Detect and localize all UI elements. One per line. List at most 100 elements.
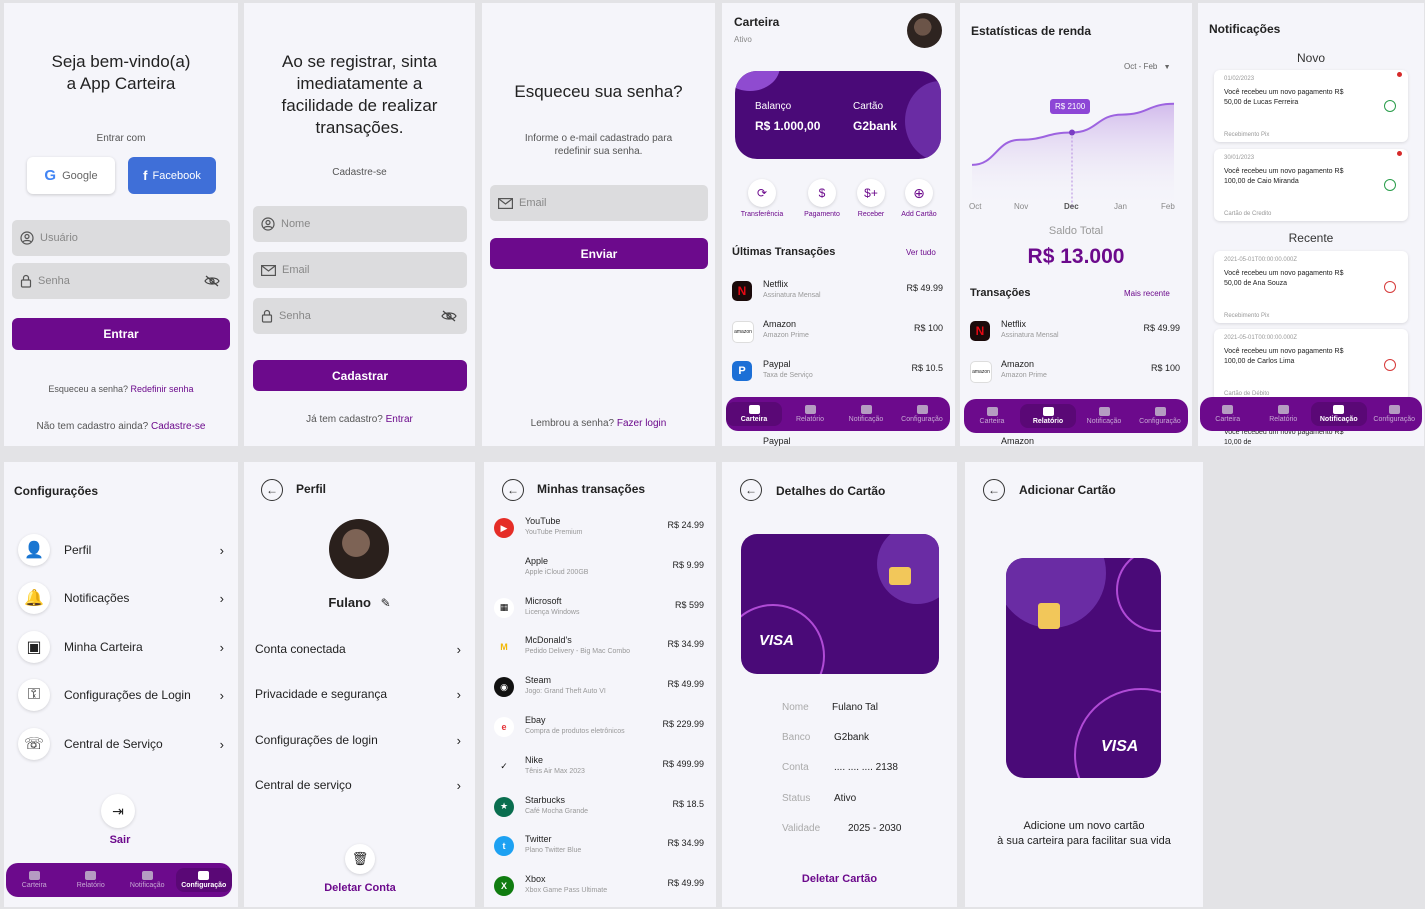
nav-wallet[interactable]: Carteira [726, 402, 782, 426]
nav-notification[interactable]: Notificação [1311, 402, 1367, 426]
list-item[interactable]: ★ Starbucks Café Mocha Grande R$ 18.5 [484, 791, 716, 827]
check-up-icon [1384, 100, 1396, 112]
name-field[interactable]: Nome [253, 206, 467, 242]
list-item[interactable]: P Paypal Taxa de Serviço R$ 10.5 [722, 355, 955, 391]
nav-label: Configuração [901, 416, 943, 423]
nav-settings[interactable]: Configuração [1132, 404, 1188, 428]
enter-button[interactable]: Entrar [12, 318, 230, 350]
profile-item-service[interactable]: Central de serviço › [255, 765, 461, 805]
reset-password-link[interactable]: Redefinir senha [131, 384, 194, 394]
bottom-nav: Carteira Relatório Notificação Configura… [726, 397, 950, 431]
register-button[interactable]: Cadastrar [253, 360, 467, 391]
list-item[interactable]: e Ebay Compra de produtos eletrônicos R$ 22… [484, 711, 716, 747]
more-recent-link[interactable]: Mais recente [1124, 289, 1170, 298]
list-item[interactable]: N Netflix Assinatura Mensal R$ 49.99 [722, 275, 955, 311]
action-transfer[interactable]: ⟳ Transferência [732, 179, 792, 218]
email-field[interactable]: Email [490, 185, 708, 221]
tx-desc: Apple iCloud 200GB [525, 568, 589, 576]
pencil-icon[interactable]: ✎ [381, 596, 391, 610]
notification-card[interactable]: 2021-05-01T00:00:00.000Z Você recebeu um… [1214, 329, 1408, 401]
nav-report[interactable]: Relatório [782, 402, 838, 426]
nav-wallet[interactable]: Carteira [1200, 402, 1256, 426]
back-arrow-icon[interactable]: ← [261, 479, 283, 501]
list-item[interactable]: ▶ YouTube YouTube Premium R$ 24.99 [484, 512, 716, 548]
back-arrow-icon[interactable]: ← [740, 479, 762, 501]
nav-report[interactable]: Relatório [1256, 402, 1312, 426]
nav-report[interactable]: Relatório [1020, 404, 1076, 428]
nav-report[interactable]: Relatório [63, 868, 120, 892]
steam-icon: ◉ [494, 677, 514, 698]
back-arrow-icon[interactable]: ← [502, 479, 524, 501]
logout-button[interactable]: ⇥ Sair [101, 794, 139, 846]
google-button[interactable]: G Google [27, 157, 115, 194]
nav-label: Notificação [848, 416, 884, 423]
add-card-screen: ← Adicionar Cartão VISA Adicione um novo… [965, 462, 1203, 907]
password-field[interactable]: Senha [253, 298, 467, 334]
delete-card-button[interactable]: Deletar Cartão [722, 873, 957, 885]
list-item[interactable]: ✓ Nike Tênis Air Max 2023 R$ 499.99 [484, 751, 716, 787]
tx-name: Xbox [525, 874, 546, 885]
balance-card[interactable]: Balanço R$ 1.000,00 Cartão G2bank [735, 71, 941, 159]
range-value: Oct - Feb [1124, 62, 1158, 71]
username-field[interactable]: Usuário [12, 220, 230, 256]
password-field[interactable]: Senha [12, 263, 230, 299]
list-item[interactable]: ◉ Steam Jogo: Grand Theft Auto VI R$ 49.99 [484, 671, 716, 707]
profile-item-privacy[interactable]: Privacidade e segurança › [255, 674, 461, 714]
avatar[interactable] [907, 13, 942, 48]
send-button[interactable]: Enviar [490, 238, 708, 269]
nav-settings[interactable]: Configuração [175, 868, 232, 892]
forgot-desc-line1: Informe o e-mail cadastrado para [524, 133, 673, 144]
signup-link[interactable]: Cadastre-se [151, 421, 205, 432]
list-item[interactable]: X Xbox Xbox Game Pass Ultimate R$ 49.99 [484, 870, 716, 906]
email-field[interactable]: Email [253, 252, 467, 288]
detail-label: Nome [782, 702, 809, 713]
avatar[interactable] [329, 519, 389, 579]
list-item[interactable]: Apple Apple iCloud 200GB R$ 9.99 [484, 552, 716, 588]
list-item[interactable]: ▦ Microsoft Licença Windows R$ 599 [484, 592, 716, 628]
nav-settings[interactable]: Configuração [1367, 402, 1423, 426]
login-link[interactable]: Entrar [386, 414, 413, 425]
tx-name: Microsoft [525, 595, 562, 606]
nav-notification[interactable]: Notificação [119, 868, 176, 892]
tx-amount: R$ 49.99 [667, 679, 704, 690]
notification-card[interactable]: 30/01/2023 Você recebeu um novo pagament… [1214, 149, 1408, 221]
nike-icon: ✓ [494, 756, 514, 777]
credit-card-vertical[interactable]: VISA [1006, 558, 1161, 778]
settings-item-profile[interactable]: 👤 Perfil › [18, 530, 224, 570]
notification-card[interactable]: 2021-05-01T00:00:00.000Z Você recebeu um… [1214, 251, 1408, 323]
back-arrow-icon[interactable]: ← [983, 479, 1005, 501]
total-label: Saldo Total [1048, 225, 1104, 237]
nav-wallet[interactable]: Carteira [964, 404, 1020, 428]
list-item[interactable]: amazon Amazon Amazon Prime R$ 100 [960, 355, 1192, 391]
settings-item-label: Central de Serviço [64, 737, 163, 751]
settings-item-wallet[interactable]: ▣ Minha Carteira › [18, 627, 224, 667]
delete-account-button[interactable]: 🗑 Deletar Conta [314, 844, 406, 894]
range-select[interactable]: Oct - Feb ▼ [1124, 62, 1171, 71]
nav-notification[interactable]: Notificação [838, 402, 894, 426]
action-add-card[interactable]: ⊕ Add Cartão [889, 179, 949, 218]
list-item[interactable]: M McDonald's Pedido Delivery - Big Mac Com… [484, 631, 716, 667]
notif-date: 2021-05-01T00:00:00.000Z [1224, 335, 1298, 341]
see-all-link[interactable]: Ver tudo [906, 248, 936, 257]
transactions-title: Transações [970, 287, 1031, 299]
wallet-icon [748, 405, 760, 414]
forgot-description: Informe o e-mail cadastrado para redefin… [482, 132, 715, 158]
notification-card[interactable]: 01/02/2023 Você recebeu um novo pagament… [1214, 70, 1408, 142]
profile-item-connected[interactable]: Conta conectada › [255, 629, 461, 669]
nav-notification[interactable]: Notificação [1076, 404, 1132, 428]
settings-item-service[interactable]: ☏ Central de Serviço › [18, 724, 224, 764]
login-link[interactable]: Fazer login [617, 418, 666, 429]
eye-off-icon[interactable] [441, 310, 457, 322]
settings-item-login[interactable]: ⚿ Configurações de Login › [18, 675, 224, 715]
list-item[interactable]: amazon Amazon Amazon Prime R$ 100 [722, 315, 955, 351]
nav-settings[interactable]: Configuração [894, 402, 950, 426]
settings-item-notifications[interactable]: 🔔 Notificações › [18, 578, 224, 618]
eye-off-icon[interactable] [204, 275, 220, 287]
user-icon [20, 231, 34, 245]
profile-item-login[interactable]: Configurações de login › [255, 720, 461, 760]
visa-logo: VISA [1101, 738, 1139, 755]
list-item[interactable]: N Netflix Assinatura Mensal R$ 49.99 [960, 315, 1192, 351]
nav-wallet[interactable]: Carteira [6, 868, 63, 892]
facebook-button[interactable]: f Facebook [128, 157, 216, 194]
list-item[interactable]: t Twitter Plano Twitter Blue R$ 34.99 [484, 830, 716, 866]
